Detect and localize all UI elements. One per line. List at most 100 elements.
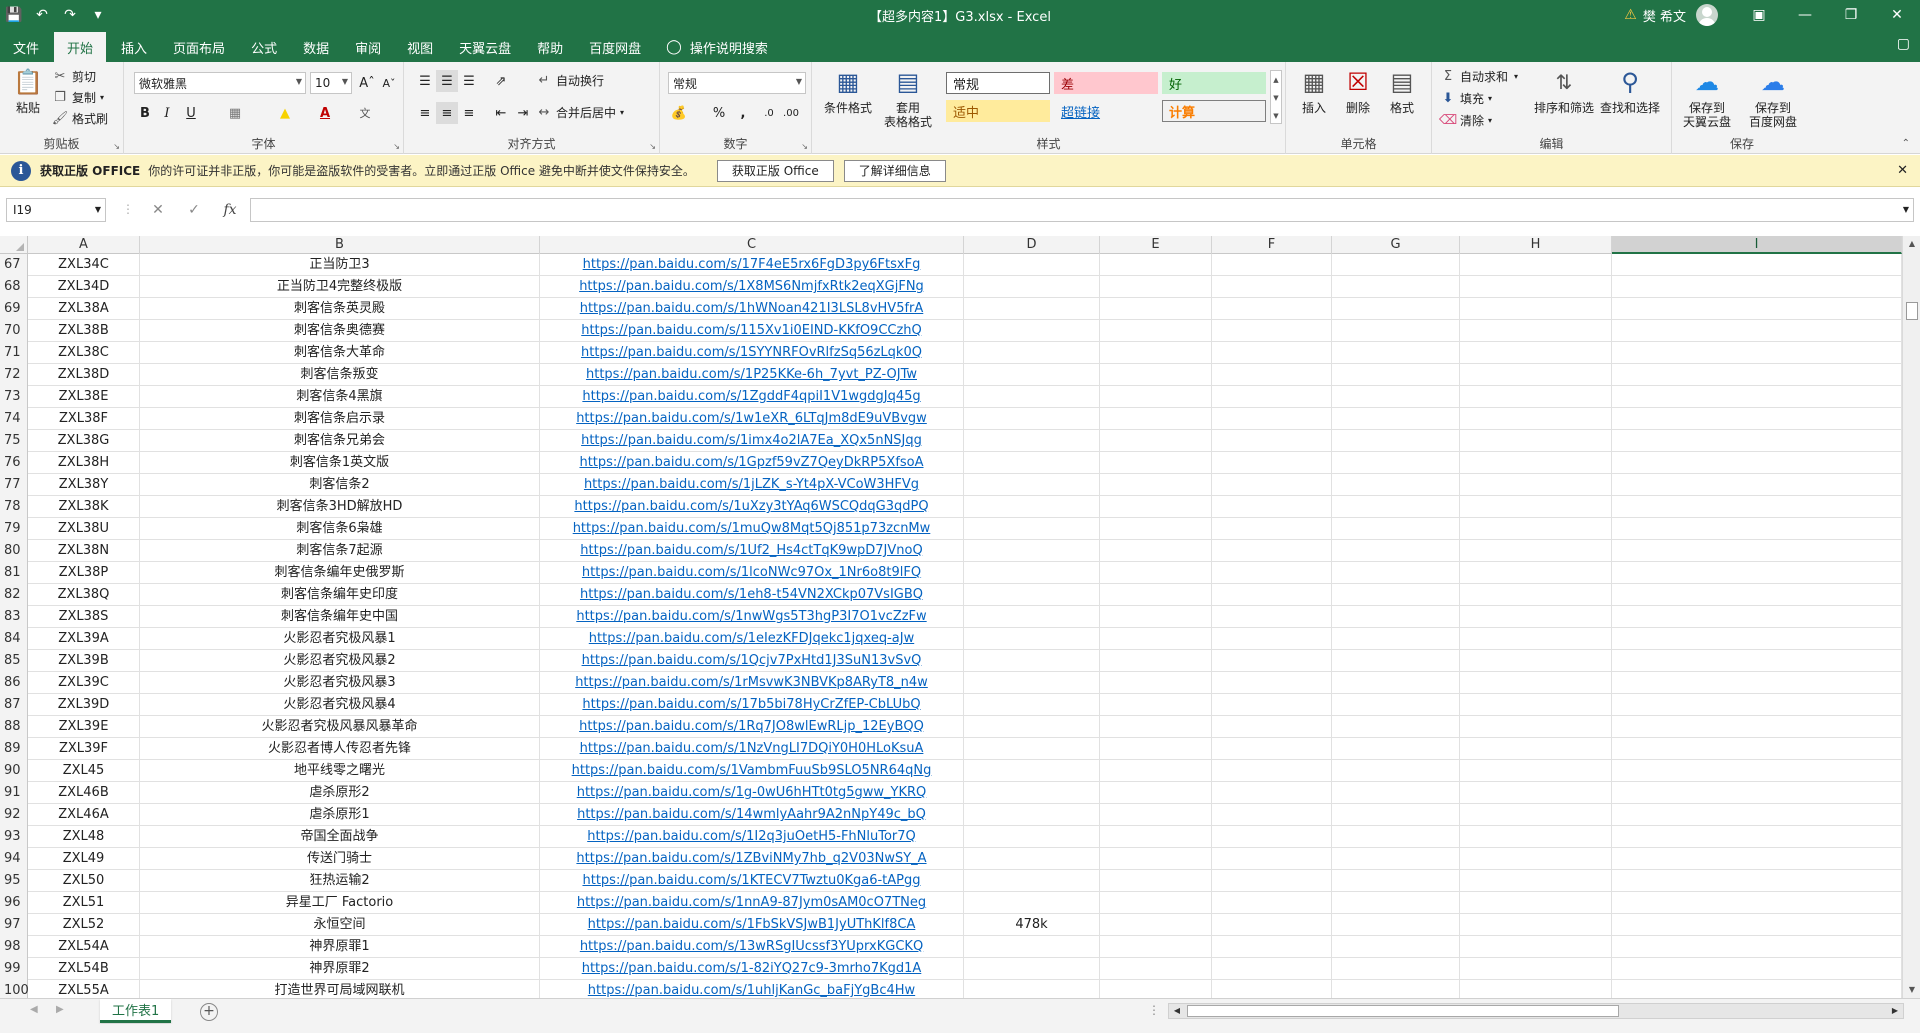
cell-c[interactable]: https://pan.baidu.com/s/1nwWgs5T3hgP3I7O… bbox=[540, 606, 964, 628]
dialog-launcher-icon[interactable]: ↘ bbox=[801, 142, 808, 151]
cell-c[interactable]: https://pan.baidu.com/s/1uXzy3tYAq6WSCQd… bbox=[540, 496, 964, 518]
scroll-down-icon[interactable]: ▼ bbox=[1903, 982, 1920, 998]
cell-f[interactable] bbox=[1212, 540, 1332, 562]
tab-help[interactable]: 帮助 bbox=[524, 32, 576, 62]
cell-h[interactable] bbox=[1460, 408, 1612, 430]
column-header-b[interactable]: B bbox=[140, 236, 540, 254]
cell-d[interactable] bbox=[964, 826, 1100, 848]
add-sheet-icon[interactable]: + bbox=[200, 1003, 218, 1021]
cell-e[interactable] bbox=[1100, 540, 1212, 562]
cell-b[interactable]: 刺客信条大革命 bbox=[140, 342, 540, 364]
cell-h[interactable] bbox=[1460, 254, 1612, 276]
cell-d[interactable] bbox=[964, 386, 1100, 408]
row-header[interactable]: 73 bbox=[0, 386, 28, 408]
cell-e[interactable] bbox=[1100, 694, 1212, 716]
cell-g[interactable] bbox=[1332, 936, 1460, 958]
cell-a[interactable]: ZXL46B bbox=[28, 782, 140, 804]
cell-g[interactable] bbox=[1332, 716, 1460, 738]
redo-icon[interactable]: ↷ bbox=[56, 0, 84, 30]
cell-i[interactable] bbox=[1612, 826, 1902, 848]
style-normal[interactable]: 常规 bbox=[946, 72, 1050, 94]
cell-e[interactable] bbox=[1100, 936, 1212, 958]
cell-a[interactable]: ZXL38K bbox=[28, 496, 140, 518]
cell-e[interactable] bbox=[1100, 804, 1212, 826]
decrease-decimal-icon[interactable]: .00 bbox=[780, 102, 802, 124]
cell-a[interactable]: ZXL38S bbox=[28, 606, 140, 628]
cell-b[interactable]: 火影忍者究极风暴风暴革命 bbox=[140, 716, 540, 738]
cell-b[interactable]: 火影忍者究极风暴2 bbox=[140, 650, 540, 672]
cell-i[interactable] bbox=[1612, 540, 1902, 562]
row-header[interactable]: 96 bbox=[0, 892, 28, 914]
cell-f[interactable] bbox=[1212, 650, 1332, 672]
row-header[interactable]: 93 bbox=[0, 826, 28, 848]
style-bad[interactable]: 差 bbox=[1054, 72, 1158, 94]
cell-h[interactable] bbox=[1460, 826, 1612, 848]
cell-c[interactable]: https://pan.baidu.com/s/1hWNoan421I3LSL8… bbox=[540, 298, 964, 320]
cell-f[interactable] bbox=[1212, 386, 1332, 408]
cell-f[interactable] bbox=[1212, 936, 1332, 958]
row-header[interactable]: 94 bbox=[0, 848, 28, 870]
cell-c[interactable]: https://pan.baidu.com/s/1KTECV7Twztu0Kga… bbox=[540, 870, 964, 892]
cell-g[interactable] bbox=[1332, 826, 1460, 848]
cell-g[interactable] bbox=[1332, 430, 1460, 452]
tab-formulas[interactable]: 公式 bbox=[238, 32, 290, 62]
name-box[interactable]: I19 ▼ bbox=[6, 198, 106, 222]
cell-d[interactable] bbox=[964, 804, 1100, 826]
cell-a[interactable]: ZXL38E bbox=[28, 386, 140, 408]
prev-sheet-icon[interactable]: ◀ bbox=[30, 1004, 38, 1015]
ribbon-display-options-icon[interactable]: ▣ bbox=[1736, 0, 1782, 30]
cell-g[interactable] bbox=[1332, 760, 1460, 782]
cell-h[interactable] bbox=[1460, 694, 1612, 716]
cell-f[interactable] bbox=[1212, 826, 1332, 848]
cell-d[interactable] bbox=[964, 760, 1100, 782]
row-header[interactable]: 79 bbox=[0, 518, 28, 540]
cell-h[interactable] bbox=[1460, 958, 1612, 980]
cell-d[interactable] bbox=[964, 584, 1100, 606]
cell-a[interactable]: ZXL38C bbox=[28, 342, 140, 364]
cell-c[interactable]: https://pan.baidu.com/s/1X8MS6NmjfxRtk2e… bbox=[540, 276, 964, 298]
cell-e[interactable] bbox=[1100, 364, 1212, 386]
cell-e[interactable] bbox=[1100, 738, 1212, 760]
delete-cells-button[interactable]: ☒ 删除 bbox=[1338, 66, 1378, 115]
cell-d[interactable] bbox=[964, 628, 1100, 650]
cell-a[interactable]: ZXL34D bbox=[28, 276, 140, 298]
cell-g[interactable] bbox=[1332, 562, 1460, 584]
cell-e[interactable] bbox=[1100, 496, 1212, 518]
tab-view[interactable]: 视图 bbox=[394, 32, 446, 62]
cell-i[interactable] bbox=[1612, 320, 1902, 342]
cell-h[interactable] bbox=[1460, 650, 1612, 672]
cell-g[interactable] bbox=[1332, 672, 1460, 694]
increase-decimal-icon[interactable]: .0 bbox=[758, 102, 780, 124]
cell-a[interactable]: ZXL38Y bbox=[28, 474, 140, 496]
cell-a[interactable]: ZXL39A bbox=[28, 628, 140, 650]
cell-h[interactable] bbox=[1460, 518, 1612, 540]
cell-g[interactable] bbox=[1332, 320, 1460, 342]
row-header[interactable]: 70 bbox=[0, 320, 28, 342]
cell-i[interactable] bbox=[1612, 452, 1902, 474]
cell-h[interactable] bbox=[1460, 782, 1612, 804]
cell-d[interactable] bbox=[964, 408, 1100, 430]
percent-icon[interactable]: % bbox=[708, 102, 730, 124]
cell-d[interactable] bbox=[964, 870, 1100, 892]
cell-a[interactable]: ZXL39C bbox=[28, 672, 140, 694]
cell-a[interactable]: ZXL39F bbox=[28, 738, 140, 760]
cell-d[interactable]: 478k bbox=[964, 914, 1100, 936]
save-baidu-button[interactable]: ☁ 保存到 百度网盘 bbox=[1742, 66, 1804, 129]
cell-b[interactable]: 刺客信条2 bbox=[140, 474, 540, 496]
row-header[interactable]: 100 bbox=[0, 980, 29, 998]
cell-i[interactable] bbox=[1612, 980, 1902, 998]
cell-f[interactable] bbox=[1212, 606, 1332, 628]
cell-b[interactable]: 刺客信条兄弟会 bbox=[140, 430, 540, 452]
cell-b[interactable]: 刺客信条1英文版 bbox=[140, 452, 540, 474]
cell-d[interactable] bbox=[964, 276, 1100, 298]
dialog-launcher-icon[interactable]: ↘ bbox=[649, 142, 656, 151]
cell-i[interactable] bbox=[1612, 870, 1902, 892]
tell-me-search[interactable]: ◯ 操作说明搜索 bbox=[654, 32, 780, 62]
cell-f[interactable] bbox=[1212, 276, 1332, 298]
cell-e[interactable] bbox=[1100, 408, 1212, 430]
cell-h[interactable] bbox=[1460, 892, 1612, 914]
cell-e[interactable] bbox=[1100, 672, 1212, 694]
cell-a[interactable]: ZXL38Q bbox=[28, 584, 140, 606]
cell-b[interactable]: 永恒空间 bbox=[140, 914, 540, 936]
cell-g[interactable] bbox=[1332, 914, 1460, 936]
